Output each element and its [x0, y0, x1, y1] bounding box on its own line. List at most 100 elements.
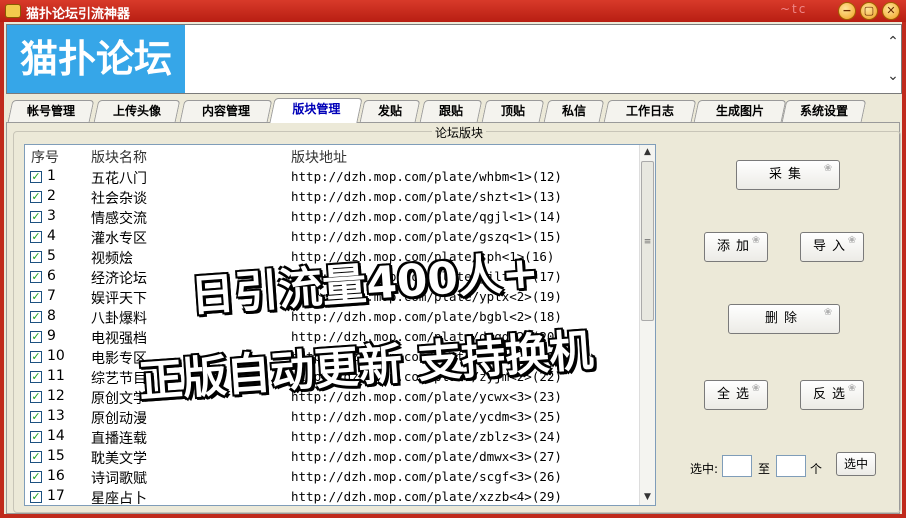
scroll-up-icon[interactable]: ⌃ [885, 25, 901, 59]
tab-content[interactable]: 内容管理 [179, 100, 273, 122]
checkbox[interactable]: ✓ [30, 411, 42, 423]
tab-bump[interactable]: 顶贴 [481, 100, 545, 122]
range-to-label: 至 [758, 462, 771, 476]
cell-url: http://dzh.mop.com/plate/whbm<1>(12) [291, 169, 562, 184]
app-icon [5, 4, 21, 18]
tab-settings[interactable]: 系统设置 [781, 100, 867, 122]
cell-no: 14 [47, 428, 65, 444]
range-unit-label: 个 [810, 462, 823, 476]
cell-no: 6 [47, 268, 56, 284]
cell-url: http://dzh.mop.com/plate/qgjl<1>(14) [291, 209, 562, 224]
list-item[interactable]: ✓ 1 五花八门 http://dzh.mop.com/plate/whbm<1>(1… [25, 167, 639, 187]
swirl-icon: ❀ [823, 307, 833, 318]
cell-no: 4 [47, 228, 56, 244]
scroll-up-arrow-icon[interactable]: ▲ [640, 145, 655, 160]
cell-name: 八卦爆料 [91, 311, 147, 327]
list-item[interactable]: ✓ 4 灌水专区 http://dzh.mop.com/plate/gszq<1>(1… [25, 227, 639, 247]
checkbox[interactable]: ✓ [30, 491, 42, 503]
cell-name: 社会杂谈 [91, 191, 147, 207]
list-item[interactable]: ✓ 16 诗词歌赋 http://dzh.mop.com/plate/scgf<3>(… [25, 467, 639, 487]
cell-no: 15 [47, 448, 65, 464]
board-group: 论坛版块 序号 版块名称 版块地址 ✓ 1 五花八门 http://dzh.mop.c… [13, 124, 901, 513]
close-button[interactable]: ✕ [882, 2, 900, 20]
list-item[interactable]: ✓ 2 社会杂谈 http://dzh.mop.com/plate/shzt<1>(1… [25, 187, 639, 207]
list-item[interactable]: ✓ 15 耽美文学 http://dzh.mop.com/plate/dmwx<3>(… [25, 447, 639, 467]
cell-url: http://dzh.mop.com/plate/zblz<3>(24) [291, 429, 562, 444]
add-button[interactable]: 添加 ❀ [704, 232, 768, 262]
list-scrollbar[interactable]: ▲ ≡ ▼ [639, 145, 655, 505]
scroll-thumb[interactable]: ≡ [641, 161, 654, 321]
checkbox[interactable]: ✓ [30, 371, 42, 383]
cell-name: 娱评天下 [91, 291, 147, 307]
cell-no: 7 [47, 288, 56, 304]
checkbox[interactable]: ✓ [30, 251, 42, 263]
cell-url: http://dzh.mop.com/plate/shzt<1>(13) [291, 189, 562, 204]
header-name[interactable]: 版块名称 [91, 147, 147, 167]
import-button[interactable]: 导入 ❀ [800, 232, 864, 262]
checkbox[interactable]: ✓ [30, 431, 42, 443]
cell-no: 9 [47, 328, 56, 344]
cell-no: 10 [47, 348, 65, 364]
tab-images[interactable]: 生成图片 [693, 100, 787, 122]
cell-url: http://dzh.mop.com/plate/xzzb<4>(29) [291, 489, 562, 504]
tab-log[interactable]: 工作日志 [603, 100, 697, 122]
banner: 猫扑论坛 ⌃ ⌄ [6, 24, 902, 94]
swirl-icon: ❀ [751, 235, 761, 246]
banner-scrollbar[interactable]: ⌃ ⌄ [885, 25, 901, 93]
swirl-icon: ❀ [823, 163, 833, 174]
minimize-button[interactable]: − [838, 2, 856, 20]
swirl-icon: ❀ [751, 383, 761, 394]
list-item[interactable]: ✓ 17 星座占卜 http://dzh.mop.com/plate/xzzb<4>(… [25, 487, 639, 505]
scroll-down-icon[interactable]: ⌄ [885, 59, 901, 93]
window-title: 猫扑论坛引流神器 [26, 7, 131, 22]
tab-strip: 帐号管理 上传头像 内容管理 版块管理 发贴 跟贴 顶贴 私信 工作日志 生成图… [4, 98, 902, 123]
list-item[interactable]: ✓ 13 原创动漫 http://dzh.mop.com/plate/ycdm<3>(… [25, 407, 639, 427]
title-decoration: ~tc [780, 2, 808, 16]
select-all-button[interactable]: 全选 ❀ [704, 380, 768, 410]
cell-no: 13 [47, 408, 65, 424]
checkbox[interactable]: ✓ [30, 391, 42, 403]
maximize-button[interactable]: ▢ [860, 2, 878, 20]
tab-reply[interactable]: 跟贴 [419, 100, 483, 122]
header-no[interactable]: 序号 [31, 147, 59, 167]
checkbox[interactable]: ✓ [30, 211, 42, 223]
list-item[interactable]: ✓ 14 直播连载 http://dzh.mop.com/plate/zblz<3>(… [25, 427, 639, 447]
checkbox[interactable]: ✓ [30, 231, 42, 243]
tab-post[interactable]: 发贴 [359, 100, 421, 122]
checkbox[interactable]: ✓ [30, 171, 42, 183]
list-header: 序号 版块名称 版块地址 [25, 145, 639, 167]
checkbox[interactable]: ✓ [30, 471, 42, 483]
checkbox[interactable]: ✓ [30, 191, 42, 203]
checkbox[interactable]: ✓ [30, 331, 42, 343]
tab-avatar[interactable]: 上传头像 [93, 100, 181, 122]
group-title: 论坛版块 [432, 124, 487, 141]
list-item[interactable]: ✓ 3 情感交流 http://dzh.mop.com/plate/qgjl<1>(1… [25, 207, 639, 227]
collect-button[interactable]: 采集 ❀ [736, 160, 840, 190]
header-url[interactable]: 版块地址 [291, 147, 347, 167]
scroll-down-arrow-icon[interactable]: ▼ [640, 490, 655, 505]
tab-message[interactable]: 私信 [543, 100, 605, 122]
range-from-input[interactable] [722, 455, 752, 477]
checkbox[interactable]: ✓ [30, 351, 42, 363]
swirl-icon: ❀ [847, 235, 857, 246]
tab-account[interactable]: 帐号管理 [7, 100, 95, 122]
cell-name: 原创动漫 [91, 411, 147, 427]
tab-boards[interactable]: 版块管理 [269, 98, 363, 123]
range-label: 选中: [690, 462, 719, 476]
title-bar: 猫扑论坛引流神器 ~tc − ▢ ✕ [0, 0, 906, 22]
cell-no: 12 [47, 388, 65, 404]
cell-no: 17 [47, 488, 65, 504]
checkbox[interactable]: ✓ [30, 451, 42, 463]
range-to-input[interactable] [776, 455, 806, 477]
cell-name: 耽美文学 [91, 451, 147, 467]
invert-selection-button[interactable]: 反选 ❀ [800, 380, 864, 410]
cell-no: 3 [47, 208, 56, 224]
select-range-button[interactable]: 选中 [836, 452, 876, 476]
cell-name: 情感交流 [91, 211, 147, 227]
cell-name: 诗词歌赋 [91, 471, 147, 487]
checkbox[interactable]: ✓ [30, 311, 42, 323]
checkbox[interactable]: ✓ [30, 271, 42, 283]
cell-name: 灌水专区 [91, 231, 147, 247]
delete-button[interactable]: 删除 ❀ [728, 304, 840, 334]
checkbox[interactable]: ✓ [30, 291, 42, 303]
